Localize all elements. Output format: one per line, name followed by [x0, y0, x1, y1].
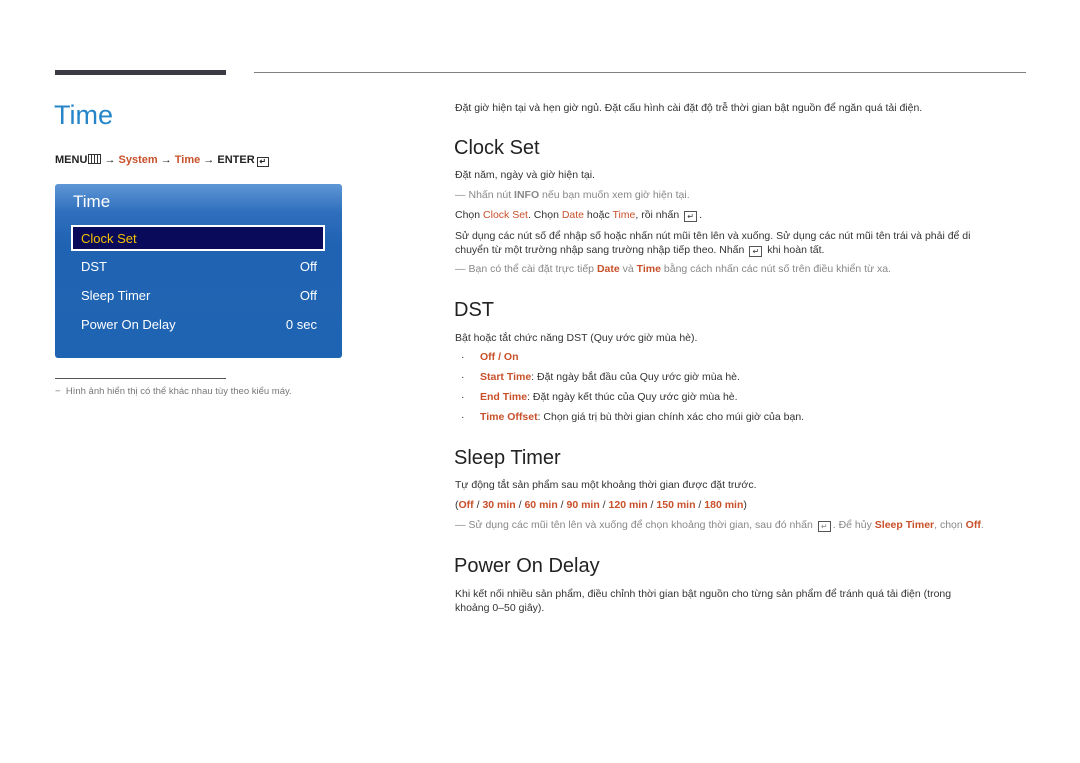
menu-icon — [88, 154, 102, 164]
osd-item-value: 0 sec — [285, 317, 317, 332]
osd-item-power-on-delay[interactable]: Power On Delay 0 sec — [71, 312, 325, 338]
enter-icon: ↵ — [749, 246, 763, 257]
term-date: Date — [561, 209, 585, 221]
note-text: và — [619, 263, 637, 275]
note-text: Bạn có thể cài đặt trực tiếp — [468, 263, 597, 275]
clock-set-step: Chọn Clock Set. Chọn Date hoặc Time, rồi… — [455, 208, 702, 223]
power-on-delay-line2: khoảng 0–50 giây). — [455, 602, 545, 614]
step-text: Chọn — [455, 209, 484, 221]
option: 90 min — [566, 499, 600, 511]
heading-power-on-delay: Power On Delay — [454, 555, 600, 577]
dst-bullet: · Start Time: Đặt ngày bắt đầu của Quy ướ… — [461, 371, 740, 383]
footnote-text: Hình ảnh hiển thị có thể khác nhau tùy t… — [65, 386, 292, 397]
osd-item-label: Power On Delay — [81, 317, 176, 332]
osd-item-sleep-timer[interactable]: Sleep Timer Off — [71, 283, 325, 309]
bullet-term: Time Offset — [480, 411, 538, 423]
breadcrumb: MENU → System → Time → ENTER ↵ — [55, 153, 269, 167]
breadcrumb-menu: MENU — [55, 154, 88, 166]
term-time: Time — [636, 263, 661, 275]
arrow-icon: → — [203, 154, 215, 166]
osd-item-value: Off — [299, 288, 317, 303]
page-title: Time — [54, 100, 113, 130]
option: 60 min — [524, 499, 558, 511]
option: 150 min — [656, 499, 696, 511]
osd-item-clock-set[interactable]: Clock Set — [71, 225, 325, 251]
step-text: , rồi nhấn — [635, 209, 680, 221]
footnote-divider — [55, 378, 226, 379]
enter-icon: ↵ — [684, 211, 698, 222]
bullet-text: : Chọn giá trị bù thời gian chính xác ch… — [537, 411, 805, 423]
bullet-term: Off / On — [480, 351, 519, 363]
para-text: khi hoàn tất. — [767, 244, 825, 256]
osd-item-value: Off — [299, 259, 317, 274]
clock-set-desc: Đặt năm, ngày và giờ hiện tại. — [455, 169, 595, 181]
breadcrumb-time: Time — [174, 154, 201, 166]
arrow-icon: → — [104, 154, 116, 166]
bullet-text: : Đặt ngày bắt đầu của Quy ước giờ mùa h… — [531, 371, 740, 383]
breadcrumb-enter: ENTER — [217, 154, 255, 166]
dst-bullet: · Off / On — [461, 351, 519, 363]
note-text: nếu bạn muốn xem giờ hiện tại. — [539, 189, 690, 201]
term-date: Date — [596, 263, 620, 275]
enter-icon: ↵ — [817, 521, 831, 532]
note-text: Sử dụng các mũi tên lên và xuống để chọn… — [468, 519, 813, 531]
intro-text: Đặt giờ hiện tại và hẹn giờ ngủ. Đặt cấu… — [455, 102, 923, 114]
osd-time-menu: Time Clock Set DST Off Sleep Timer Off P… — [55, 184, 342, 358]
term-time: Time — [612, 209, 636, 221]
step-text: hoặc — [584, 209, 613, 221]
sleep-timer-desc: Tự động tắt sản phẩm sau một khoảng thời… — [455, 479, 757, 491]
step-text: . Chọn — [527, 209, 562, 221]
note-text: . — [980, 519, 984, 531]
power-on-delay-line1: Khi kết nối nhiều sản phẩm, điều chỉnh t… — [455, 588, 952, 600]
osd-item-label: DST — [81, 259, 107, 274]
note-text: . Để hủy — [832, 519, 875, 531]
sleep-timer-options: (Off / 30 min / 60 min / 90 min / 120 mi… — [455, 499, 747, 511]
bullet-term: Start Time — [480, 371, 532, 383]
clock-set-note-2: — Bạn có thể cài đặt trực tiếp Date và Ti… — [455, 263, 891, 275]
note-text: Nhấn nút — [468, 189, 515, 201]
clock-set-para-line1: Sử dụng các nút số để nhập số hoặc nhấn … — [455, 230, 971, 242]
section-divider-thin — [254, 72, 1026, 73]
osd-item-label: Clock Set — [81, 231, 137, 246]
enter-icon: ↵ — [256, 157, 269, 167]
breadcrumb-system: System — [118, 154, 158, 166]
sleep-timer-note: — Sử dụng các mũi tên lên và xuống để chọ… — [455, 519, 984, 532]
dst-desc: Bật hoặc tắt chức năng DST (Quy ước giờ … — [455, 332, 698, 344]
term-sleep-timer: Sleep Timer — [874, 519, 935, 531]
option: Off — [458, 499, 474, 511]
osd-item-dst[interactable]: DST Off — [71, 254, 325, 280]
bullet-text: : Đặt ngày kết thúc của Quy ước giờ mùa … — [527, 391, 738, 403]
bullet-term: End Time — [480, 391, 528, 403]
para-text: chuyển từ một trường nhập sang trường nh… — [455, 244, 745, 256]
info-key: INFO — [514, 189, 540, 201]
note-text: , chọn — [934, 519, 966, 531]
osd-item-label: Sleep Timer — [81, 288, 151, 303]
clock-set-note-1: — Nhấn nút INFO nếu bạn muốn xem giờ hiện… — [455, 189, 690, 201]
option: 180 min — [704, 499, 744, 511]
section-divider-thick — [55, 70, 226, 75]
option: 120 min — [608, 499, 648, 511]
option: 30 min — [482, 499, 516, 511]
term-clock-set: Clock Set — [483, 209, 528, 221]
step-text: . — [699, 209, 703, 221]
dst-bullet: · End Time: Đặt ngày kết thúc của Quy ước… — [461, 391, 738, 403]
heading-clock-set: Clock Set — [454, 137, 540, 159]
heading-dst: DST — [454, 299, 494, 321]
heading-sleep-timer: Sleep Timer — [454, 447, 561, 469]
footnote: − Hình ảnh hiển thị có thể khác nhau tùy… — [55, 386, 292, 397]
arrow-icon: → — [160, 154, 172, 166]
clock-set-para-line2: chuyển từ một trường nhập sang trường nh… — [455, 243, 824, 258]
dst-bullet: · Time Offset: Chọn giá trị bù thời gian … — [461, 411, 805, 423]
term-off: Off — [965, 519, 981, 531]
osd-title: Time — [73, 192, 111, 211]
note-text: bằng cách nhấn các nút số trên điều khiể… — [660, 263, 891, 275]
